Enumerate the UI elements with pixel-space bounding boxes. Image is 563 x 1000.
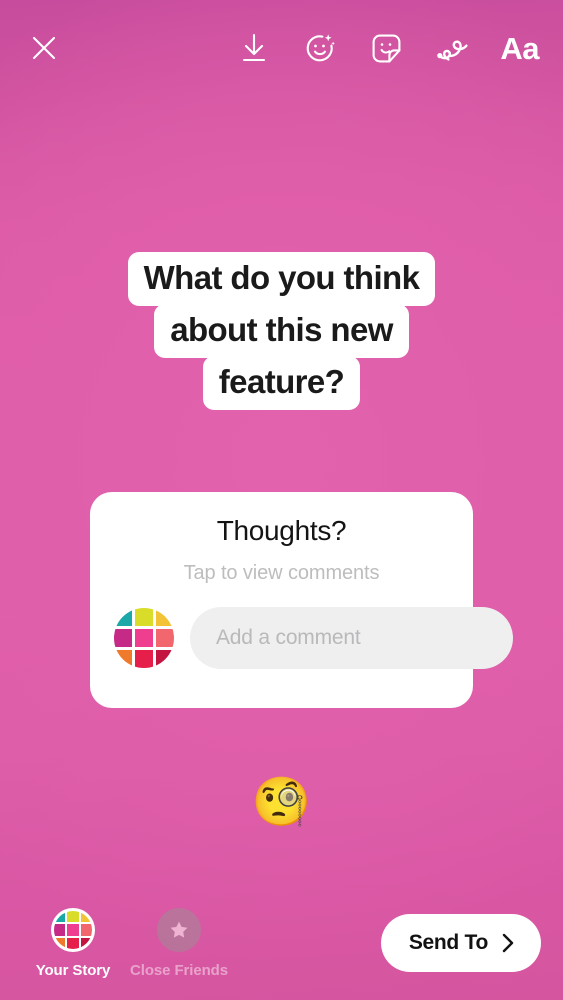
avatar — [51, 908, 95, 952]
comment-card-subtitle[interactable]: Tap to view comments — [184, 562, 380, 585]
download-icon[interactable] — [234, 28, 274, 68]
grid-avatar-cell — [67, 924, 79, 936]
headline-line-row: feature? — [0, 356, 563, 410]
headline-line-row: about this new — [0, 304, 563, 358]
send-to-button[interactable]: Send To — [380, 914, 541, 972]
add-comment-input[interactable] — [190, 607, 513, 669]
audience-close-friends-label: Close Friends — [130, 962, 228, 979]
headline-line: about this new — [154, 304, 409, 358]
headline-line: What do you think — [127, 252, 436, 306]
grid-avatar-cell — [155, 628, 174, 648]
top-toolbar-actions: Aa — [234, 28, 541, 68]
comment-sticker-card[interactable]: Thoughts? Tap to view comments — [90, 492, 513, 708]
grid-avatar-cell — [114, 649, 133, 668]
grid-avatar-cell — [80, 924, 92, 936]
monocle-face-emoji[interactable]: 🧐 — [0, 778, 563, 826]
story-composer-screen: Aa What do you think about this new feat… — [0, 0, 563, 1000]
bottom-toolbar: Your Story Close Friends Send To — [0, 890, 563, 1000]
grid-avatar-cell — [155, 608, 174, 627]
grid-avatar-cell — [67, 911, 79, 923]
grid-avatar-cell — [114, 608, 133, 627]
grid-avatar-cell — [114, 628, 133, 648]
grid-avatar-cell — [134, 608, 154, 627]
chevron-right-icon — [499, 931, 517, 955]
close-icon[interactable] — [24, 28, 64, 68]
audience-your-story[interactable]: Your Story — [25, 908, 121, 979]
headline-text-sticker[interactable]: What do you think about this new feature… — [0, 252, 563, 410]
text-tool-button[interactable]: Aa — [498, 28, 541, 68]
grid-avatar-cell — [155, 649, 174, 668]
grid-avatar-cell — [134, 628, 154, 648]
headline-line-row: What do you think — [0, 252, 563, 306]
effects-face-sparkle-icon[interactable] — [300, 28, 340, 68]
grid-avatar-cell — [54, 937, 66, 949]
grid-avatar-cell — [80, 911, 92, 923]
comment-input-row — [114, 607, 513, 669]
draw-squiggle-icon[interactable] — [432, 28, 472, 68]
grid-avatar-cell — [134, 649, 154, 668]
grid-avatar-cell — [67, 937, 79, 949]
sticker-icon[interactable] — [366, 28, 406, 68]
star-icon — [157, 908, 201, 952]
send-to-label: Send To — [408, 931, 488, 954]
grid-avatar — [54, 911, 92, 949]
comment-card-title: Thoughts? — [216, 515, 347, 546]
grid-avatar — [114, 608, 174, 668]
grid-avatar-cell — [54, 924, 66, 936]
audience-close-friends[interactable]: Close Friends — [130, 908, 228, 979]
grid-avatar-cell — [80, 937, 92, 949]
audience-your-story-label: Your Story — [35, 962, 111, 979]
top-toolbar: Aa — [0, 0, 563, 96]
grid-avatar-cell — [54, 911, 66, 923]
headline-line: feature? — [202, 356, 361, 410]
